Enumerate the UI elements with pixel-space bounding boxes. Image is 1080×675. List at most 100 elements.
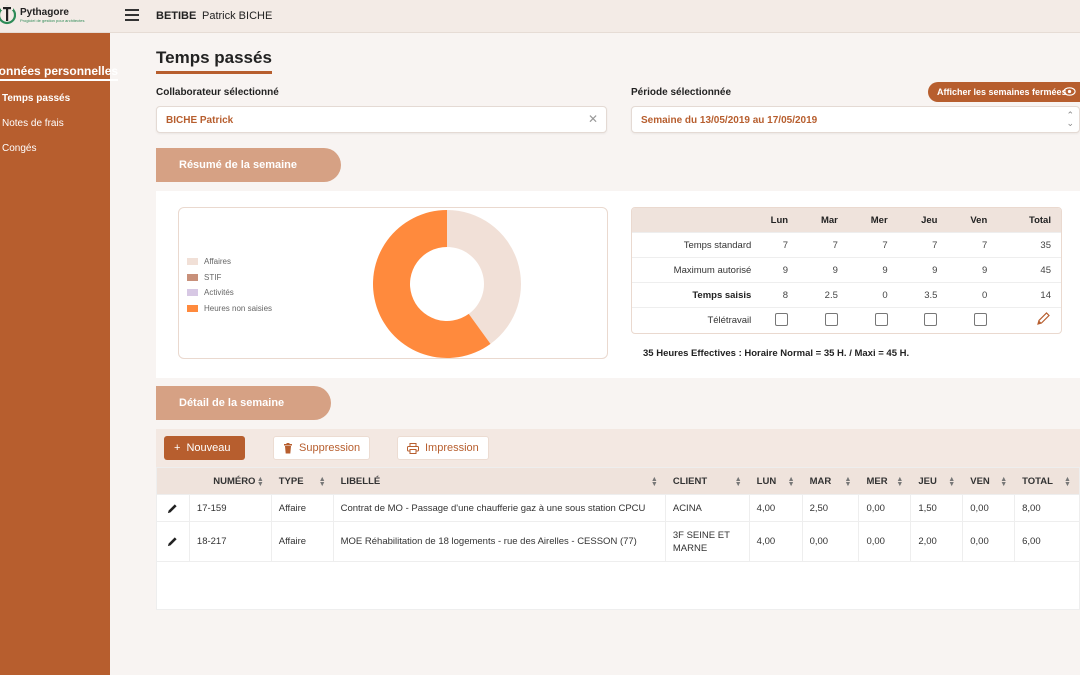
cell: 35 (1040, 239, 1051, 251)
detail-grid: NUMÉRO ▲ ▼ TYPE ▲ ▼ LIBELLÉ ▲ ▼ CLIENT ▲ ▼ LUN ▲ ▼… (156, 467, 1080, 610)
menu-toggle-icon[interactable] (125, 9, 139, 21)
edit-pencil-icon[interactable] (1035, 311, 1051, 327)
cell: 7 (882, 239, 888, 251)
cell-libelle: Contrat de MO - Passage d'une chaufferie… (334, 495, 666, 521)
pythagore-logo-icon (0, 5, 16, 25)
cell-client: ACINA (666, 495, 750, 521)
row-label: Temps saisis (692, 289, 752, 301)
table-header-row: Lun Mar Mer Jeu Ven Total (632, 208, 1061, 233)
cell-lun: 4,00 (750, 522, 803, 561)
row-label: Télétravail (707, 315, 752, 326)
cell-total: 6,00 (1022, 536, 1041, 547)
sidebar-item-notes-de-frais[interactable]: Notes de frais (2, 118, 64, 129)
sidebar-item-temps-passes[interactable]: Temps passés (2, 93, 70, 104)
cell: 9 (832, 264, 838, 276)
column-type[interactable]: TYPE ▲ ▼ (272, 468, 334, 494)
clear-icon[interactable]: ✕ (588, 112, 598, 126)
telework-checkbox-ven[interactable] (974, 312, 988, 326)
table-row[interactable]: 18-217 Affaire MOE Réhabilitation de 18 … (157, 522, 1079, 562)
legend-item[interactable]: STIF (187, 270, 272, 286)
sort-icon: ▲ ▼ (844, 476, 852, 488)
sidebar-item-conges[interactable]: Congés (2, 143, 36, 154)
column-client[interactable]: CLIENT ▲ ▼ (666, 468, 750, 494)
cell-lun: 4,00 (750, 495, 803, 521)
column-ven[interactable]: VEN ▲ ▼ (963, 468, 1015, 494)
column-libelle[interactable]: LIBELLÉ ▲ ▼ (334, 468, 666, 494)
row-label: Maximum autorisé (673, 264, 752, 276)
col-ven: Ven (970, 214, 988, 226)
sort-icon: ▲ ▼ (734, 476, 742, 488)
col-mer: Mer (870, 214, 888, 226)
telework-checkbox-jeu[interactable] (924, 312, 938, 326)
col-lun: Lun (770, 214, 789, 226)
sort-icon: ▲ ▼ (1064, 476, 1071, 488)
printer-icon (407, 442, 419, 454)
cell: 2.5 (824, 289, 838, 301)
summary-tab[interactable]: Résumé de la semaine (156, 148, 341, 182)
telework-checkbox-mer[interactable] (874, 312, 888, 326)
column-lun[interactable]: LUN ▲ ▼ (750, 468, 803, 494)
cell-mar: 0,00 (803, 522, 860, 561)
sort-icon: ▲ ▼ (896, 476, 904, 488)
column-numero[interactable]: NUMÉRO ▲ ▼ (190, 468, 272, 494)
cell-mer: 0,00 (859, 522, 912, 561)
new-button[interactable]: + Nouveau (164, 436, 245, 460)
cell: 0 (882, 289, 888, 301)
collaborator-value: BICHE Patrick (166, 115, 234, 126)
table-row: Temps standard 7 7 7 7 7 35 (632, 233, 1061, 258)
edit-icon[interactable] (167, 503, 178, 514)
legend-label: Heures non saisies (204, 303, 273, 313)
show-closed-weeks-label: Afficher les semaines fermées (937, 87, 1067, 97)
delete-button-label: Suppression (299, 442, 361, 454)
telework-checkbox-lun[interactable] (775, 312, 789, 326)
cell: 3.5 (924, 289, 938, 301)
column-mer[interactable]: MER ▲ ▼ (859, 468, 911, 494)
legend-item[interactable]: Activités (187, 285, 272, 301)
cell-ven: 0,00 (963, 495, 1016, 521)
new-button-label: Nouveau (186, 442, 231, 454)
cell-type: Affaire (272, 522, 334, 561)
standard-time-table: Lun Mar Mer Jeu Ven Total Temps standard… (631, 207, 1062, 334)
column-label: LIBELLÉ (340, 475, 381, 487)
legend-item[interactable]: Affaires (187, 254, 272, 270)
sort-icon: ▲ ▼ (256, 476, 264, 488)
print-button-label: Impression (425, 442, 479, 454)
cell: 9 (782, 264, 789, 276)
row-label: Temps standard (683, 239, 752, 251)
hours-note: 35 Heures Effectives : Horaire Normal = … (643, 348, 910, 359)
user-name[interactable]: Patrick BICHE (202, 10, 272, 22)
column-label: MER (866, 475, 888, 487)
cell-numero: 17-159 (190, 495, 272, 521)
collaborator-select[interactable]: BICHE Patrick ✕ (156, 106, 607, 133)
print-button[interactable]: Impression (397, 436, 489, 460)
column-jeu[interactable]: JEU ▲ ▼ (911, 468, 963, 494)
trash-icon (284, 442, 292, 453)
period-select[interactable]: Semaine du 13/05/2019 au 17/05/2019 ⌃ ⌄ (631, 106, 1080, 133)
column-label: VEN (970, 475, 990, 487)
period-value: Semaine du 13/05/2019 au 17/05/2019 (641, 115, 818, 126)
cell-libelle: MOE Réhabilitation de 18 logements - rue… (334, 522, 666, 561)
telework-checkbox-mar[interactable] (824, 312, 838, 326)
show-closed-weeks-button[interactable]: Afficher les semaines fermées (928, 82, 1080, 102)
detail-tab[interactable]: Détail de la semaine (156, 386, 331, 420)
cell: 9 (882, 264, 888, 276)
sidebar-section-title[interactable]: Données personnelles (0, 64, 119, 81)
legend-label: Affaires (204, 257, 231, 267)
delete-button[interactable]: Suppression (273, 436, 370, 460)
table-row[interactable]: 17-159 Affaire Contrat de MO - Passage d… (157, 495, 1079, 522)
legend-item[interactable]: Heures non saisies (187, 301, 272, 317)
cell: 45 (1040, 264, 1051, 276)
app-logo[interactable]: Pythagore Progiciel de gestion pour arch… (0, 5, 84, 25)
table-row: Temps saisis 8 2.5 0 3.5 0 14 (632, 283, 1061, 308)
column-label: TYPE (278, 475, 304, 487)
edit-icon[interactable] (167, 536, 178, 547)
column-total[interactable]: TOTAL ▲ ▼ (1015, 468, 1079, 494)
sort-icon: ▲ ▼ (318, 476, 326, 488)
cell: 7 (981, 239, 988, 251)
summary-card: Affaires STIF Activités Heures non saisi… (156, 191, 1080, 378)
column-mar[interactable]: MAR ▲ ▼ (803, 468, 860, 494)
cell: 7 (932, 239, 938, 251)
cell: 7 (782, 239, 789, 251)
col-total: Total (1028, 214, 1051, 226)
legend-label: STIF (204, 272, 222, 282)
